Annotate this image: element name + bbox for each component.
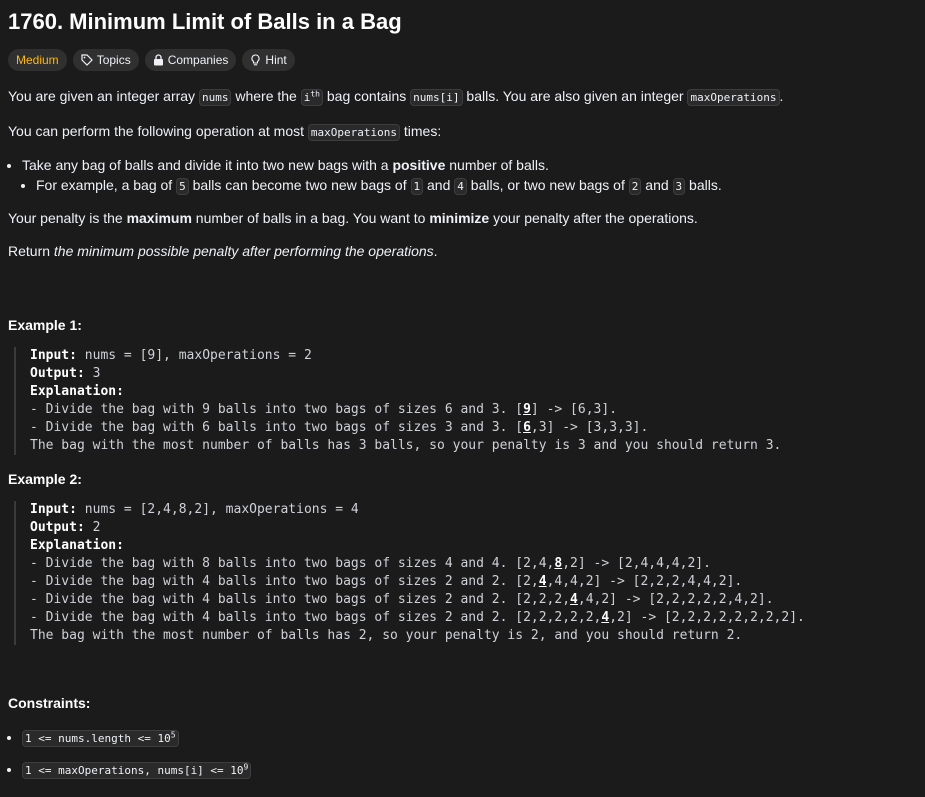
example-1-title: Example 1:: [8, 317, 82, 333]
code-nums-i: nums[i]: [410, 89, 463, 106]
description-paragraph-2: You can perform the following operation …: [8, 123, 442, 141]
constraints-list: 1 <= nums.length <= 105 1 <= maxOperatio…: [8, 727, 917, 781]
hint-button[interactable]: Hint: [242, 49, 295, 71]
description-paragraph-3: Your penalty is the maximum number of ba…: [8, 210, 698, 226]
description-paragraph-4: Return the minimum possible penalty afte…: [8, 243, 438, 259]
operation-list: Take any bag of balls and divide it into…: [8, 155, 917, 197]
code-ith: ith: [300, 89, 323, 106]
list-item: 1 <= nums.length <= 105: [22, 727, 917, 749]
problem-title[interactable]: 1760. Minimum Limit of Balls in a Bag: [8, 0, 917, 35]
difficulty-badge: Medium: [8, 49, 67, 71]
tag-icon: [81, 54, 93, 66]
lightbulb-icon: [251, 54, 260, 66]
list-item: Take any bag of balls and divide it into…: [22, 155, 917, 197]
list-item: For example, a bag of 5 balls can become…: [36, 175, 917, 197]
problem-description: 1760. Minimum Limit of Balls in a Bag Me…: [0, 0, 925, 781]
companies-button[interactable]: Companies: [144, 49, 237, 71]
example-2-block: Input: nums = [2,4,8,2], maxOperations =…: [14, 501, 917, 645]
code-maxoperations: maxOperations: [307, 124, 400, 141]
list-item: 1 <= maxOperations, nums[i] <= 109: [22, 759, 917, 781]
companies-label: Companies: [167, 53, 229, 67]
constraint-code: 1 <= nums.length <= 105: [22, 730, 179, 747]
description-paragraph-1: You are given an integer array nums wher…: [8, 88, 784, 106]
topics-label: Topics: [96, 53, 131, 67]
hint-label: Hint: [265, 53, 287, 67]
code-maxoperations: maxOperations: [687, 89, 780, 106]
tag-row: Medium Topics Companies Hint: [8, 49, 917, 71]
topics-button[interactable]: Topics: [72, 49, 139, 71]
constraints-title: Constraints:: [8, 695, 91, 711]
sub-list: For example, a bag of 5 balls can become…: [22, 175, 917, 197]
code-nums: nums: [198, 89, 232, 106]
lock-icon: [153, 54, 163, 66]
constraint-code: 1 <= maxOperations, nums[i] <= 109: [22, 762, 252, 779]
example-1-block: Input: nums = [9], maxOperations = 2 Out…: [14, 347, 917, 455]
example-2-title: Example 2:: [8, 471, 82, 487]
